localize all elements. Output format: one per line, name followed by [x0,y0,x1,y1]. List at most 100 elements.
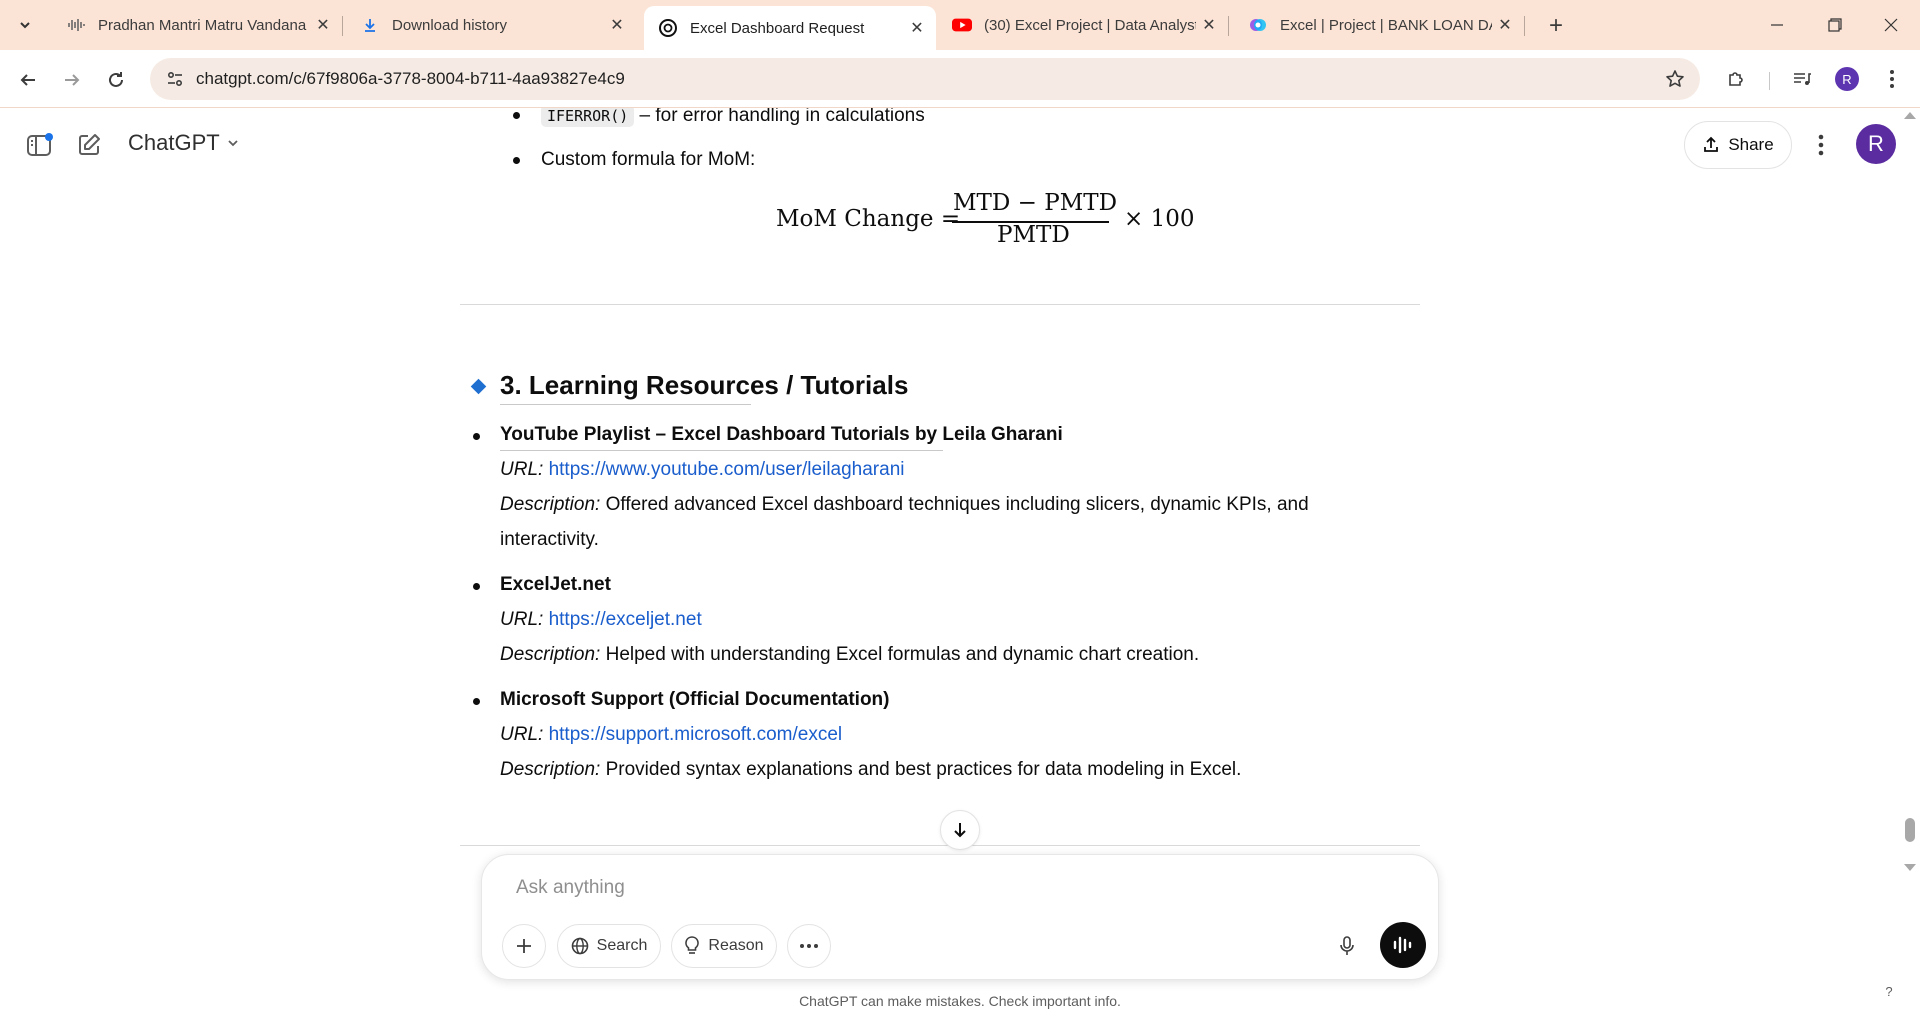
close-icon[interactable]: ✕ [904,15,930,41]
tab-search-button[interactable] [10,12,40,38]
attach-button[interactable] [502,924,546,968]
resource-link[interactable]: https://exceljet.net [549,609,702,630]
list-bullet [473,583,480,590]
description-text: Offered advanced Excel dashboard techniq… [600,494,1309,515]
share-label: Share [1728,135,1774,154]
description-text: Provided syntax explanations and best pr… [600,759,1242,780]
tab-title: Excel | Project | BANK LOAN DA [1280,16,1492,34]
scroll-up-arrow-icon[interactable] [1904,112,1916,119]
scrollbar-thumb[interactable] [1905,818,1915,842]
youtube-icon [952,15,972,35]
resource-url-line: URL: https://www.youtube.com/user/leilag… [500,456,905,484]
browser-tab[interactable]: Excel | Project | BANK LOAN DA ✕ [1234,6,1525,44]
resource-description: Description: Offered advanced Excel dash… [500,491,1309,519]
close-window-button[interactable] [1862,0,1920,50]
forward-button[interactable] [56,64,88,96]
reason-label: Reason [708,937,764,954]
formula-denominator: PMTD [997,222,1070,248]
divider [460,845,1420,846]
tab-title: Excel Dashboard Request [690,19,865,37]
openai-icon [658,18,678,38]
browser-tab[interactable]: Pradhan Mantri Matru Vandana ✕ [52,6,343,44]
puzzle-icon [1729,72,1743,86]
resource-url-line: URL: https://exceljet.net [500,606,702,634]
arrow-left-icon [20,74,35,86]
close-icon[interactable]: ✕ [604,12,630,38]
share-icon [1704,136,1719,152]
description-text: Helped with understanding Excel formulas… [600,644,1200,665]
close-icon[interactable]: ✕ [310,12,336,38]
search-button[interactable]: Search [557,924,661,968]
composer-input[interactable]: Ask anything [516,877,625,899]
title-underline [500,450,943,451]
resource-link[interactable]: https://www.youtube.com/user/leilagharan… [549,459,905,480]
new-tab-button[interactable]: + [1542,12,1570,40]
divider [460,304,1420,305]
bookmark-star-icon[interactable] [1662,66,1688,92]
tab-title: Pradhan Mantri Matru Vandana [98,16,307,34]
media-control-button[interactable] [1786,63,1818,95]
kebab-menu-icon [1818,134,1824,156]
sidebar-toggle-button[interactable] [22,128,56,162]
site-info-icon[interactable] [160,64,190,94]
chatgpt-page: IFERROR() – for error handling in calcul… [0,108,1920,1020]
reason-button[interactable]: Reason [671,924,777,968]
description-label: Description: [500,644,601,665]
resource-title: YouTube Playlist – Excel Dashboard Tutor… [500,424,1063,445]
heading-underline [500,404,751,405]
model-selector[interactable]: ChatGPT [128,130,240,156]
scroll-to-bottom-button[interactable] [940,810,980,850]
formula-numerator: MTD − PMTD [953,190,1118,216]
pencil-square-icon [79,134,100,155]
microphone-icon [1340,936,1354,955]
voice-waveform-icon [1393,936,1412,954]
minimize-button[interactable] [1748,0,1806,50]
description-label: Description: [500,759,601,780]
url-text[interactable]: chatgpt.com/c/67f9806a-3778-8004-b711-4a… [196,69,625,89]
disclaimer-text: ChatGPT can make mistakes. Check importa… [799,993,1121,1009]
close-icon[interactable]: ✕ [1492,12,1518,38]
resource-url-line: URL: https://support.microsoft.com/excel [500,721,842,749]
minimize-icon [1771,24,1783,26]
message-composer: Ask anything Search Reason [481,854,1439,980]
address-bar[interactable]: chatgpt.com/c/67f9806a-3778-8004-b711-4a… [150,58,1700,100]
chevron-down-icon [228,140,238,147]
help-button[interactable]: ? [1878,980,1900,1002]
back-button[interactable] [12,64,44,96]
browser-menu-button[interactable] [1876,63,1908,95]
more-tools-button[interactable] [787,924,831,968]
tab-separator [1228,16,1229,36]
scroll-down-arrow-icon[interactable] [1904,864,1916,871]
conversation-menu-button[interactable] [1806,128,1836,162]
url-label: URL: [500,724,544,745]
formula-lhs: MoM Change = [776,206,961,232]
user-avatar[interactable]: R [1856,124,1896,164]
arrow-right-icon [65,74,80,86]
description-label: Description: [500,494,601,515]
voice-mode-button[interactable] [1380,922,1426,968]
url-label: URL: [500,459,544,480]
tab-title: (30) Excel Project | Data Analyst [984,16,1196,34]
chat-header: ChatGPT Share R [0,108,1900,178]
reload-button[interactable] [100,64,132,96]
browser-tab-active[interactable]: Excel Dashboard Request ✕ [644,6,936,50]
media-queue-icon [1794,73,1811,85]
close-icon[interactable]: ✕ [1196,12,1222,38]
audio-wave-icon [66,15,86,35]
browser-tab[interactable]: (30) Excel Project | Data Analyst ✕ [938,6,1229,44]
ellipsis-icon [800,944,818,948]
dictate-button[interactable] [1325,924,1369,968]
browser-tab[interactable]: Download history ✕ [346,6,636,44]
download-icon [360,15,380,35]
chevron-down-icon [20,22,30,29]
page-scrollbar[interactable] [1900,108,1920,1020]
list-bullet [473,698,480,705]
restore-button[interactable] [1806,0,1864,50]
resource-title: ExcelJet.net [500,574,611,595]
new-chat-button[interactable] [72,128,106,162]
resource-link[interactable]: https://support.microsoft.com/excel [549,724,843,745]
profile-button[interactable]: R [1831,63,1863,95]
extensions-button[interactable] [1720,63,1752,95]
share-button[interactable]: Share [1684,121,1792,169]
arrow-down-icon [954,823,966,838]
